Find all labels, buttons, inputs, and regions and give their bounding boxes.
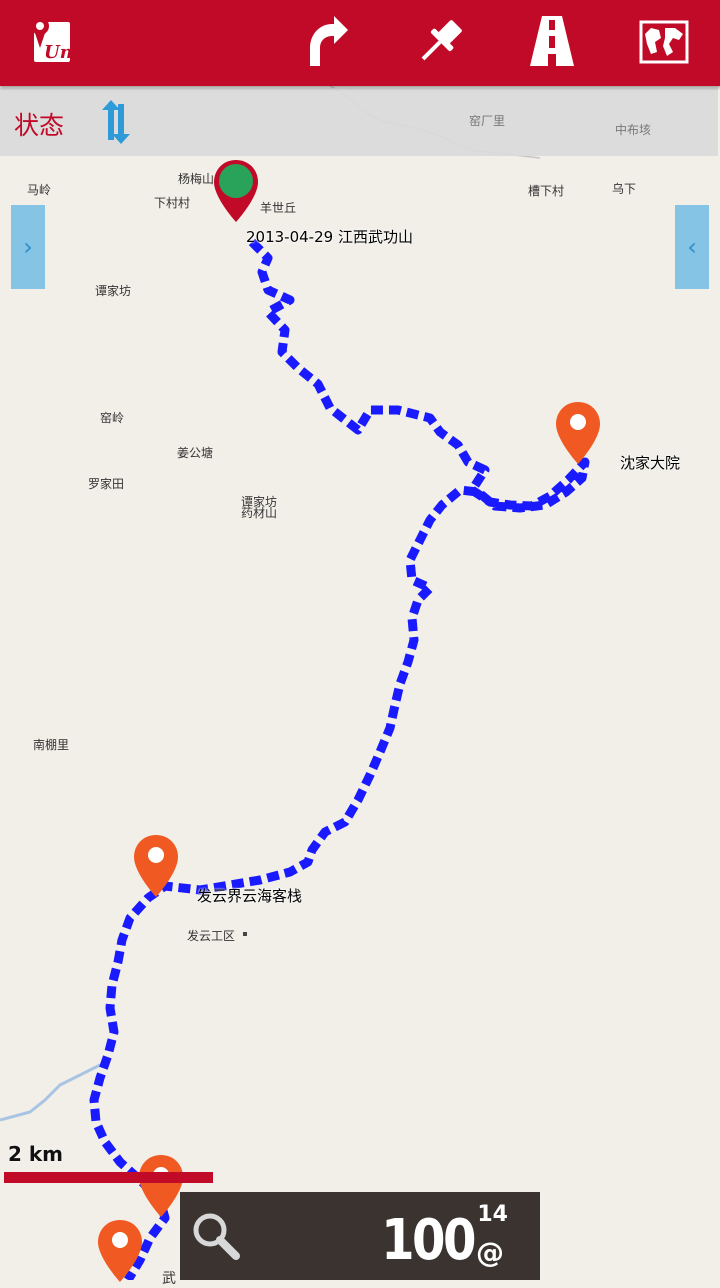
waypoint-marker[interactable] [553, 400, 603, 466]
place-label: 发云工区 [187, 929, 236, 943]
place-label: 下村村 [154, 196, 191, 210]
sync-arrows-icon[interactable] [94, 100, 138, 144]
start-marker-label: 2013-04-29 江西武功山 [246, 228, 413, 246]
svg-text:Un: Un [44, 42, 73, 63]
zoom-value: 100 [381, 1208, 476, 1273]
waypoint-marker[interactable] [131, 833, 181, 899]
app-logo-icon: Un [31, 17, 73, 63]
app-logo-button[interactable]: Un [20, 10, 84, 74]
place-label: 羊世丘 [260, 201, 297, 215]
world-map-icon [639, 20, 689, 64]
search-icon[interactable] [190, 1210, 242, 1262]
world-map-button[interactable] [632, 10, 696, 74]
place-label: 谭家坊 [95, 284, 132, 298]
waypoint-label: 发云界云海客栈 [197, 887, 303, 905]
status-label[interactable]: 状态 [14, 106, 64, 142]
left-drawer-tab[interactable]: › [11, 205, 45, 289]
place-dot [243, 932, 247, 936]
waypoint-label: 沈家大院 [620, 454, 681, 472]
place-label: 马岭 [27, 183, 52, 197]
place-label: 杨梅山 [178, 172, 215, 186]
road-button[interactable] [520, 10, 584, 74]
road-icon [530, 16, 574, 66]
waypoint-marker[interactable] [136, 1153, 186, 1219]
place-label: 南棚里 [33, 738, 70, 752]
place-label: 乌下 [612, 182, 637, 196]
place-label: 罗家田 [88, 477, 125, 491]
waypoint-marker[interactable] [95, 1218, 145, 1284]
place-label: 窑厂里 [469, 114, 506, 128]
place-label: 武 [162, 1271, 176, 1287]
pushpin-button[interactable] [408, 10, 472, 74]
scale-label: 2 km [8, 1142, 64, 1166]
pushpin-icon [421, 20, 462, 61]
status-bar: 状态 [0, 88, 718, 156]
place-label: 药材山 [241, 506, 278, 520]
start-marker[interactable] [211, 158, 261, 224]
right-drawer-tab[interactable]: ‹ [675, 205, 709, 289]
scale-bar [4, 1172, 213, 1183]
turn-arrow-icon [310, 16, 348, 66]
zoom-panel: 100 14 @ [180, 1192, 540, 1280]
place-label: 槽下村 [528, 184, 565, 198]
place-label: 中布垓 [615, 123, 652, 137]
place-label: 姜公塘 [177, 446, 214, 460]
zoom-at-symbol: @ [476, 1236, 504, 1269]
place-label: 窑岭 [100, 411, 125, 425]
turn-arrow-button[interactable] [296, 10, 360, 74]
top-toolbar: Un [0, 0, 720, 86]
zoom-level: 14 [477, 1202, 508, 1227]
